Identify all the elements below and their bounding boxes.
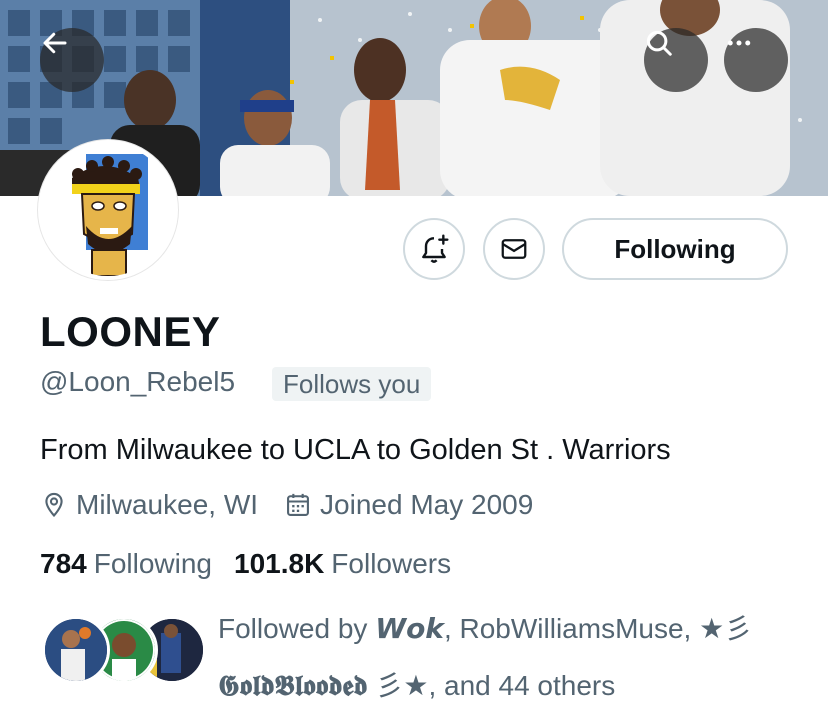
following-label: Following bbox=[93, 548, 212, 579]
following-button[interactable]: Following bbox=[562, 218, 788, 280]
join-date-text: Joined May 2009 bbox=[320, 489, 534, 520]
bell-plus-icon bbox=[422, 234, 449, 263]
profile-name: LOONEY bbox=[40, 308, 221, 355]
followed-by-text[interactable]: Followed by 𝙒𝙤𝙠, RobWilliamsMuse, ★彡 𝕲𝖔𝖑𝖉… bbox=[218, 600, 798, 714]
more-horizontal-icon bbox=[727, 40, 751, 46]
followed-by-sep: , bbox=[443, 613, 460, 644]
avatar bbox=[42, 616, 110, 684]
arrow-left-icon bbox=[43, 32, 67, 54]
profile-meta: Milwaukee, WI Joined May 2009 bbox=[40, 488, 533, 522]
location: Milwaukee, WI bbox=[40, 489, 258, 521]
follows-you-badge: Follows you bbox=[272, 367, 432, 401]
location-text: Milwaukee, WI bbox=[76, 489, 259, 520]
join-date: Joined May 2009 bbox=[284, 489, 533, 521]
search-button[interactable] bbox=[644, 28, 708, 92]
avatar-image bbox=[42, 144, 174, 276]
profile-handle: @Loon_Rebel5 bbox=[40, 366, 236, 397]
mutual-follower-3: 𝕲𝖔𝖑𝖉𝕭𝖑𝖔𝖔𝖉𝖊𝖉 bbox=[218, 669, 368, 702]
envelope-icon bbox=[501, 239, 527, 259]
mutual-follower-1: 𝙒𝙤𝙠 bbox=[375, 613, 444, 644]
followers-count: 101.8K bbox=[234, 548, 325, 579]
more-button[interactable] bbox=[724, 28, 788, 92]
followers-link[interactable]: 101.8K Followers bbox=[234, 548, 451, 580]
followers-label: Followers bbox=[331, 548, 452, 579]
message-button[interactable] bbox=[483, 218, 545, 280]
calendar-icon bbox=[287, 493, 310, 516]
followed-by-prefix: Followed by bbox=[218, 613, 376, 644]
search-icon bbox=[646, 30, 672, 56]
profile-bio: From Milwaukee to UCLA to Golden St . Wa… bbox=[40, 434, 671, 466]
mutual-followers-avatars[interactable] bbox=[42, 616, 206, 688]
back-button[interactable] bbox=[40, 28, 104, 92]
profile-avatar[interactable] bbox=[38, 140, 178, 280]
mutual-follower-2: RobWilliamsMuse, ★彡 bbox=[459, 613, 753, 644]
followed-by-suffix: 彡★, and 44 others bbox=[367, 670, 616, 701]
location-pin-icon bbox=[45, 492, 63, 518]
following-count: 784 bbox=[40, 548, 87, 579]
profile-stats: 784 Following 101.8K Followers bbox=[40, 548, 451, 580]
notify-button[interactable] bbox=[403, 218, 465, 280]
following-link[interactable]: 784 Following bbox=[40, 548, 212, 580]
